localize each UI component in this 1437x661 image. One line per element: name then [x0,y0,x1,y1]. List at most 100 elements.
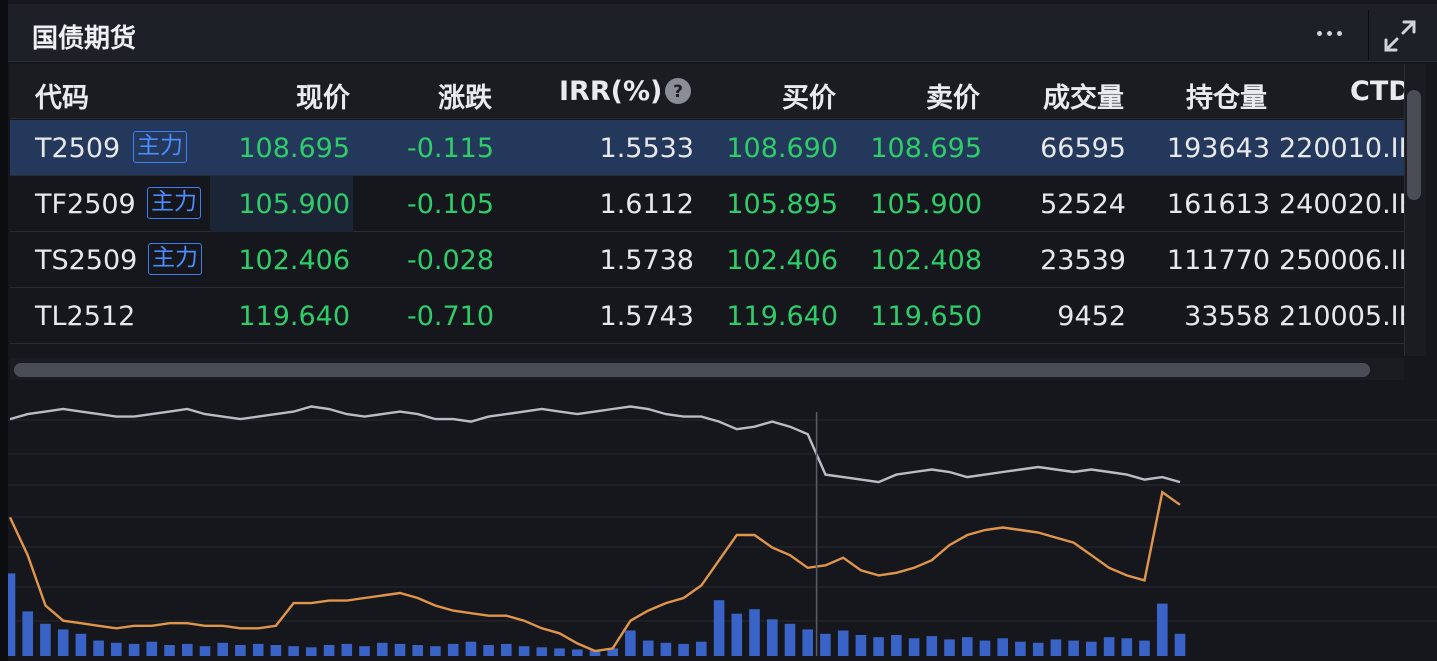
col-header-bid[interactable]: 买价 [782,76,836,115]
volume-bar [731,613,743,656]
volume-bar [270,645,282,656]
volume-bar [1050,639,1062,656]
row-volume: 9452 [1057,301,1126,332]
expand-button[interactable] [1380,16,1420,56]
table-row[interactable]: TF2509 主力 105.900 -0.105 1.6112 105.895 … [10,176,1404,232]
volume-bar [146,641,158,656]
row-volume: 52524 [1040,189,1126,220]
intraday-chart [8,405,1437,656]
volume-bar [660,642,672,656]
more-options-button[interactable] [1302,12,1356,54]
row-ask: 105.900 [870,189,982,220]
table-row[interactable]: TS2509 主力 102.406 -0.028 1.5738 102.406 … [10,232,1404,288]
main-contract-badge: 主力 [133,131,187,163]
volume-bars [8,573,1186,656]
volume-bar [359,646,370,656]
volume-bar [678,643,689,656]
row-oi: 193643 [1166,133,1270,164]
volume-bar [554,648,565,656]
table-row[interactable]: TL2512 119.640 -0.710 1.5743 119.640 119… [10,288,1404,344]
col-header-code[interactable]: 代码 [35,76,89,115]
volume-bar [1015,641,1026,656]
volume-bar [40,623,51,656]
table-row[interactable]: T2509 主力 108.695 -0.115 1.5533 108.690 1… [10,120,1404,176]
volume-bar [837,630,849,656]
row-irr: 1.5738 [599,245,694,276]
question-circle-icon[interactable]: ? [665,78,691,104]
row-bid: 108.690 [726,133,838,164]
price-series-line [9,405,1181,484]
row-ask: 119.650 [870,301,982,332]
row-volume: 23539 [1040,245,1126,276]
volume-bar [979,640,991,656]
main-contract-badge: 主力 [147,187,201,219]
volume-bar [128,643,140,656]
volume-bar [93,640,104,656]
irr-series-line [8,490,1181,653]
table-header: 代码 现价 涨跌 IRR(%) ? 买价 卖价 成交量 持仓量 CTD [10,64,1404,119]
col-header-ctd[interactable]: CTD [1350,76,1404,107]
row-bid: 105.895 [726,189,838,220]
volume-bar [75,633,87,656]
main-contract-badge: 主力 [148,243,202,275]
col-header-ask[interactable]: 卖价 [926,76,980,115]
volume-bar [749,609,760,656]
volume-bar [802,629,813,656]
col-header-volume[interactable]: 成交量 [1043,76,1124,115]
row-code: TS2509 [35,245,138,276]
chart-grid [8,419,1437,622]
col-header-price[interactable]: 现价 [296,76,350,115]
row-volume: 66595 [1040,133,1126,164]
row-change: -0.105 [406,189,494,220]
volume-bar [855,635,867,656]
volume-bar [784,623,796,656]
volume-bar [111,642,122,656]
row-code: T2509 [35,133,121,164]
row-ask: 102.408 [870,245,982,276]
row-price: 108.695 [238,133,350,164]
volume-bar [518,646,530,656]
row-change: -0.115 [406,133,494,164]
volume-bar [908,638,920,656]
col-header-irr[interactable]: IRR(%) [559,76,662,107]
row-oi: 161613 [1166,189,1270,220]
header-separator [1368,10,1369,60]
horizontal-scrollbar-thumb[interactable] [14,363,1370,377]
col-header-oi[interactable]: 持仓量 [1186,76,1267,115]
row-ask: 108.695 [870,133,982,164]
volume-bar [926,636,938,656]
volume-bar [164,645,175,656]
volume-bar [1032,642,1044,656]
panel-title: 国债期货 [32,24,137,54]
volume-bar [483,645,494,656]
volume-bar [57,629,69,656]
expand-icon [1384,20,1416,52]
row-ctd: 240020.IB [1279,189,1404,220]
row-irr: 1.5743 [599,301,694,332]
more-dots-icon [1316,30,1322,36]
row-bid: 119.640 [726,301,838,332]
volume-bar [891,635,902,656]
volume-bar [625,630,636,656]
panel-header: 国债期货 [8,4,1437,62]
row-oi: 33558 [1184,301,1270,332]
volume-bar [199,646,211,656]
volume-bar [22,611,33,656]
volume-bar [323,645,335,656]
volume-bar [1121,638,1133,656]
vertical-scrollbar-thumb[interactable] [1407,90,1421,200]
volume-bar [536,647,548,656]
row-ctd: 210005.IB [1279,301,1404,332]
volume-bar [235,645,246,656]
volume-bar [873,637,884,656]
col-header-change[interactable]: 涨跌 [438,76,492,115]
row-price: 119.640 [238,301,350,332]
volume-bar [501,643,512,656]
volume-bar [430,646,441,656]
volume-bar [447,643,459,656]
volume-bar [1086,641,1097,656]
volume-bar [377,642,388,656]
volume-bar [1174,633,1186,656]
volume-bar [767,619,778,656]
svg-text:?: ? [673,82,683,102]
